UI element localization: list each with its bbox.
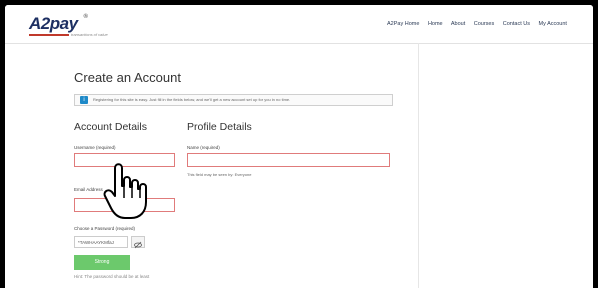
profile-details-heading: Profile Details	[187, 121, 252, 133]
password-hint: Hint: The password should be at least	[74, 274, 150, 279]
logo-tagline: transactions of value	[71, 32, 108, 37]
nav-a2pay-home[interactable]: A2Pay Home	[387, 21, 419, 27]
nav-courses[interactable]: Courses	[474, 21, 494, 27]
main-nav: A2Pay Home Home About Courses Contact Us…	[387, 21, 574, 27]
password-strength-indicator: Strong	[74, 255, 130, 270]
info-icon: i	[80, 96, 88, 104]
registration-form: Create an Account i Registering for this…	[5, 44, 418, 288]
email-label: Email Address	[74, 187, 103, 192]
sidebar-divider	[418, 43, 419, 288]
password-label: Choose a Password (required)	[74, 226, 136, 231]
name-field[interactable]	[187, 153, 390, 167]
info-text: Registering for this site is easy. Just …	[93, 97, 291, 102]
info-notice: i Registering for this site is easy. Jus…	[74, 94, 393, 106]
site-header: A2pay ® transactions of value A2Pay Home …	[5, 5, 593, 44]
account-details-heading: Account Details	[74, 121, 147, 133]
nav-home[interactable]: Home	[428, 21, 443, 27]
visibility-hint: This field may be seen by: Everyone	[187, 172, 252, 177]
a2pay-logo[interactable]: A2pay ®	[29, 14, 88, 34]
nav-contact-us[interactable]: Contact Us	[503, 21, 530, 27]
eye-slash-icon[interactable]	[131, 236, 145, 249]
logo-text: A2pay	[29, 14, 78, 33]
nav-about[interactable]: About	[451, 21, 465, 27]
logo-registered-mark: ®	[83, 14, 88, 20]
name-label: Name (required)	[187, 145, 220, 150]
username-label: Username (required)	[74, 145, 116, 150]
logo-underline	[29, 34, 69, 36]
browser-screen: A2pay ® transactions of value A2Pay Home …	[5, 5, 593, 288]
hand-pointer-icon	[103, 163, 147, 219]
page-title: Create an Account	[74, 70, 181, 85]
password-field[interactable]: *TAWHAAYKMfaJ	[74, 236, 128, 248]
nav-my-account[interactable]: My Account	[539, 21, 567, 27]
